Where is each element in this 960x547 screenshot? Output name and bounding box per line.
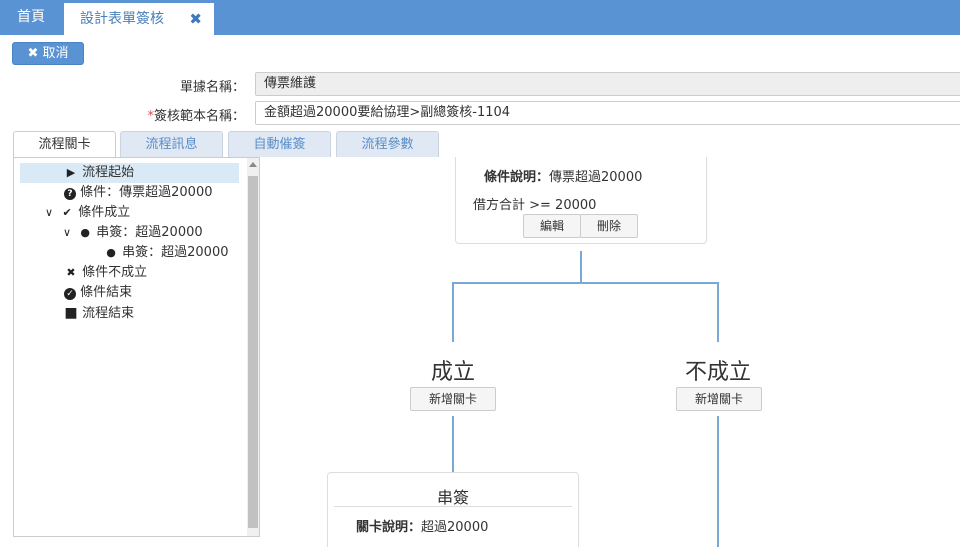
condition-desc: 條件說明：傳票超過20000 bbox=[484, 166, 642, 185]
close-icon[interactable]: ✖ bbox=[189, 3, 202, 35]
flow-canvas: 條件說明：傳票超過20000 借方合計 >= 20000 編輯 刪除 成立 不成… bbox=[262, 157, 960, 547]
branch-true-label: 成立 bbox=[430, 360, 475, 385]
template-name-label: *簽核範本名稱： bbox=[147, 105, 245, 124]
tree-item-flow-start[interactable]: ▶ 流程起始 bbox=[20, 163, 239, 183]
tree-item-label: 條件成立 bbox=[78, 205, 131, 220]
tree-item-flow-end[interactable]: ■ 流程結束 bbox=[20, 303, 134, 323]
tree-item-label: 串簽：超過20000 bbox=[96, 225, 203, 240]
tree-item-label: 串簽：超過20000 bbox=[122, 245, 229, 260]
tree-item-label: 條件不成立 bbox=[82, 265, 148, 280]
doc-name-field[interactable]: 傳票維護 bbox=[255, 72, 960, 96]
flow-tree-panel: ▶ 流程起始 ? 條件：傳票超過20000 ∨ ✔ 條件成立 ∨ ● 串簽：超過… bbox=[13, 157, 260, 537]
tree-item-condition[interactable]: ? 條件：傳票超過20000 bbox=[20, 183, 213, 203]
condition-desc-value: 傳票超過20000 bbox=[549, 170, 643, 185]
serial-sign-card: 串簽 關卡說明：超過20000 bbox=[327, 472, 579, 547]
doc-name-label: 單據名稱： bbox=[179, 80, 245, 95]
question-circle-icon: ? bbox=[64, 188, 76, 200]
serial-sign-desc-label: 關卡說明： bbox=[356, 520, 422, 535]
check-circle-icon: ✓ bbox=[64, 288, 76, 300]
check-icon: ✔ bbox=[62, 206, 72, 219]
tree-item-condition-false[interactable]: ✖ 條件不成立 bbox=[20, 263, 147, 283]
chevron-down-icon[interactable]: ∨ bbox=[60, 223, 74, 243]
serial-sign-desc-value: 超過20000 bbox=[421, 520, 489, 535]
serial-sign-title: 串簽 bbox=[436, 488, 469, 507]
tab-auto-remind[interactable]: 自動催簽 bbox=[228, 131, 331, 157]
tree-item-label: 流程結束 bbox=[82, 306, 135, 321]
condition-desc-label: 條件說明： bbox=[484, 170, 550, 185]
tab-flow-params[interactable]: 流程參數 bbox=[336, 131, 439, 157]
branch-false-label: 不成立 bbox=[684, 360, 751, 385]
play-icon: ▶ bbox=[66, 166, 76, 179]
connector-line bbox=[452, 416, 454, 472]
tab-design-form-approval[interactable]: 設計表單簽核 ✖ bbox=[64, 3, 214, 35]
template-name-label-text: 簽核範本名稱： bbox=[153, 109, 245, 124]
tab-label: 設計表單簽核 bbox=[80, 11, 164, 27]
scroll-up-arrow-icon[interactable] bbox=[249, 162, 257, 167]
template-name-field[interactable]: 金額超過20000要給協理>副總簽核-1104 bbox=[255, 101, 960, 125]
top-tab-bar: 首頁 設計表單簽核 ✖ bbox=[0, 0, 960, 35]
tree-item-label: 條件：傳票超過20000 bbox=[80, 185, 213, 200]
add-stage-true-button[interactable]: 新增關卡 bbox=[410, 387, 496, 411]
tree-item-label: 條件結束 bbox=[80, 285, 133, 300]
user-icon: ● bbox=[80, 226, 90, 239]
serial-sign-desc: 關卡說明：超過20000 bbox=[356, 516, 488, 535]
connector-line bbox=[452, 282, 454, 342]
tree-item-label: 流程起始 bbox=[82, 165, 135, 180]
connector-line bbox=[580, 251, 582, 283]
stop-square-icon: ■ bbox=[64, 305, 78, 321]
connector-line bbox=[717, 282, 719, 342]
cancel-button[interactable]: ✖ 取消 bbox=[12, 42, 84, 65]
connector-line bbox=[717, 416, 719, 547]
card-divider bbox=[334, 506, 572, 507]
delete-button[interactable]: 刪除 bbox=[580, 214, 638, 238]
tab-flow-stages[interactable]: 流程關卡 bbox=[13, 131, 116, 158]
times-icon: ✖ bbox=[66, 266, 76, 279]
scrollbar-thumb[interactable] bbox=[248, 176, 258, 528]
condition-rule: 借方合計 >= 20000 bbox=[473, 198, 597, 213]
tree-item-serial-sign-parent[interactable]: ∨ ● 串簽：超過20000 bbox=[20, 223, 203, 243]
tree-item-condition-end[interactable]: ✓ 條件結束 bbox=[20, 283, 132, 303]
tree-item-condition-true[interactable]: ∨ ✔ 條件成立 bbox=[20, 203, 130, 223]
tree-scrollbar[interactable] bbox=[247, 158, 259, 536]
connector-line bbox=[452, 282, 719, 284]
user-icon: ● bbox=[106, 246, 116, 259]
add-stage-false-button[interactable]: 新增關卡 bbox=[676, 387, 762, 411]
tab-home[interactable]: 首頁 bbox=[0, 0, 62, 35]
chevron-down-icon[interactable]: ∨ bbox=[42, 203, 56, 223]
tab-flow-messages[interactable]: 流程訊息 bbox=[120, 131, 223, 157]
tree-item-serial-sign-child[interactable]: ● 串簽：超過20000 bbox=[20, 243, 229, 263]
condition-card: 條件說明：傳票超過20000 借方合計 >= 20000 編輯 刪除 bbox=[455, 157, 707, 244]
edit-button[interactable]: 編輯 bbox=[523, 214, 581, 238]
